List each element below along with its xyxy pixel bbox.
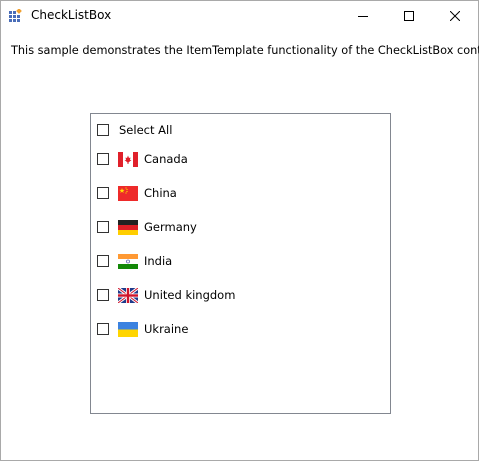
maximize-button[interactable] bbox=[386, 1, 432, 31]
list-item-china[interactable]: China bbox=[97, 184, 177, 202]
india-flag-icon bbox=[118, 253, 138, 269]
checkbox-china[interactable] bbox=[97, 187, 109, 199]
title-bar[interactable]: CheckListBox bbox=[1, 1, 478, 31]
checkbox-ukraine[interactable] bbox=[97, 323, 109, 335]
app-window: CheckListBox This sample demonstrates th… bbox=[0, 0, 479, 461]
select-all-checkbox[interactable] bbox=[97, 124, 109, 136]
maximize-icon bbox=[404, 11, 414, 21]
app-grid-icon bbox=[9, 9, 22, 22]
list-item-ukraine[interactable]: Ukraine bbox=[97, 320, 188, 338]
list-item-canada[interactable]: Canada bbox=[97, 150, 188, 168]
china-flag-icon bbox=[118, 185, 138, 201]
list-item-india[interactable]: India bbox=[97, 252, 172, 270]
close-button[interactable] bbox=[432, 1, 478, 31]
list-item-label: Ukraine bbox=[144, 322, 189, 336]
select-all-label: Select All bbox=[119, 123, 173, 137]
uk-flag-icon bbox=[118, 287, 138, 303]
checkbox-india[interactable] bbox=[97, 255, 109, 267]
ukraine-flag-icon bbox=[118, 321, 138, 337]
close-icon bbox=[450, 11, 460, 21]
germany-flag-icon bbox=[118, 219, 138, 235]
select-all-item[interactable]: Select All bbox=[97, 121, 172, 139]
list-item-label: Germany bbox=[144, 220, 197, 234]
list-item-germany[interactable]: Germany bbox=[97, 218, 197, 236]
list-item-united-kingdom[interactable]: United kingdom bbox=[97, 286, 235, 304]
minimize-icon bbox=[358, 16, 368, 17]
canada-flag-icon bbox=[118, 151, 138, 167]
list-item-label: United kingdom bbox=[144, 288, 236, 302]
list-item-label: Canada bbox=[144, 152, 188, 166]
checkbox-germany[interactable] bbox=[97, 221, 109, 233]
checkbox-canada[interactable] bbox=[97, 153, 109, 165]
window-title: CheckListBox bbox=[31, 8, 112, 22]
list-item-label: India bbox=[144, 254, 173, 268]
description-text: This sample demonstrates the ItemTemplat… bbox=[11, 44, 479, 57]
minimize-button[interactable] bbox=[340, 1, 386, 31]
list-item-label: China bbox=[144, 186, 177, 200]
checkbox-united-kingdom[interactable] bbox=[97, 289, 109, 301]
checklistbox[interactable]: Select All Canada China Germany India Un… bbox=[90, 113, 391, 414]
